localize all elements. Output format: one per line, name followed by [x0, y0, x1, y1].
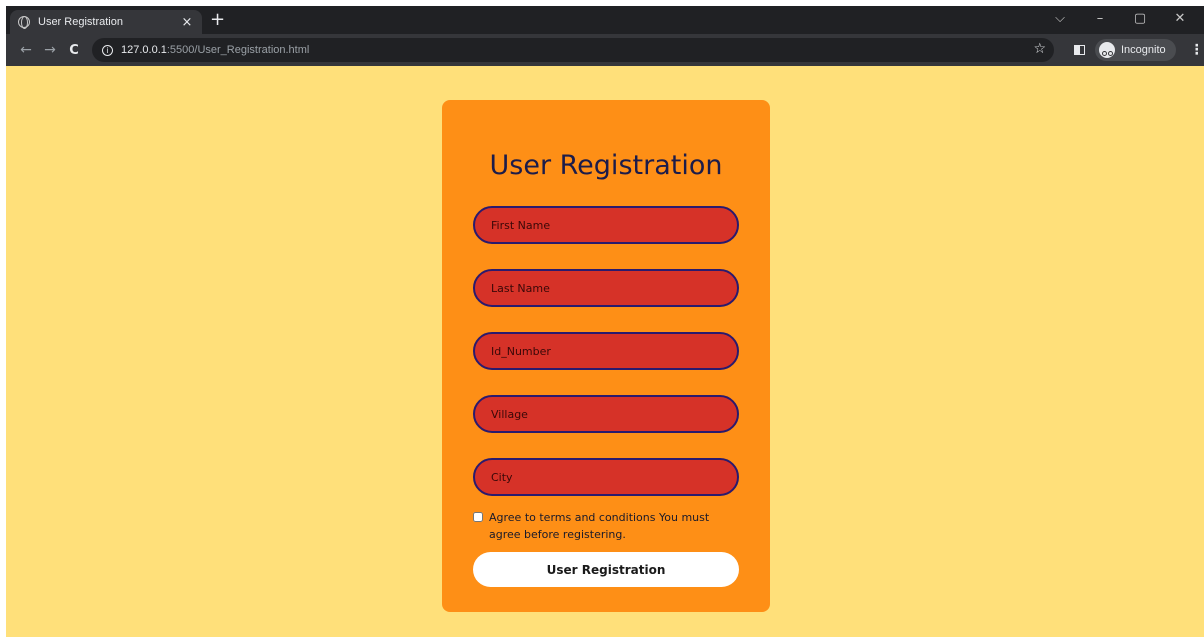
url-path: :5500/User_Registration.html	[166, 44, 310, 56]
tab-title: User Registration	[38, 16, 123, 28]
form-title: User Registration	[489, 150, 723, 181]
city-input[interactable]	[473, 458, 739, 496]
url-text: 127.0.0.1:5500/User_Registration.html	[121, 44, 309, 56]
incognito-label: Incognito	[1121, 44, 1166, 56]
browser-window: User Registration × + ⌵ – ▢ ✕ ← → C i 12…	[6, 6, 1204, 637]
terms-label: Agree to terms and conditions You must a…	[489, 511, 710, 541]
user-registration-button[interactable]: User Registration	[473, 552, 739, 587]
page-viewport: User Registration Agree to terms and con…	[6, 66, 1204, 637]
minimize-button[interactable]: –	[1080, 10, 1120, 28]
menu-icon[interactable]: ⋮	[1190, 42, 1204, 58]
tab-close-button[interactable]: ×	[180, 15, 194, 30]
incognito-icon	[1099, 42, 1115, 58]
village-input[interactable]	[473, 395, 739, 433]
browser-toolbar: ← → C i 127.0.0.1:5500/User_Registration…	[6, 34, 1204, 66]
forward-button[interactable]: →	[38, 42, 62, 58]
registration-card: User Registration Agree to terms and con…	[442, 100, 770, 612]
close-window-button[interactable]: ✕	[1160, 10, 1200, 28]
first-name-input[interactable]	[473, 206, 739, 244]
globe-icon	[18, 16, 30, 29]
window-controls: ⌵ – ▢ ✕	[1040, 10, 1200, 28]
tab-strip: User Registration × + ⌵ – ▢ ✕	[6, 6, 1204, 34]
address-bar[interactable]: i 127.0.0.1:5500/User_Registration.html …	[92, 38, 1054, 62]
last-name-input[interactable]	[473, 269, 739, 307]
toolbar-right: Incognito ⋮	[1074, 38, 1204, 62]
tab-user-registration[interactable]: User Registration ×	[10, 10, 202, 34]
id-number-input[interactable]	[473, 332, 739, 370]
restore-button[interactable]: ▢	[1120, 10, 1160, 28]
terms-row: Agree to terms and conditions You must a…	[473, 509, 739, 543]
info-icon[interactable]: i	[102, 44, 113, 56]
url-host: 127.0.0.1	[121, 44, 167, 56]
terms-checkbox[interactable]	[473, 512, 483, 522]
star-icon[interactable]: ☆	[1033, 41, 1046, 57]
back-button[interactable]: ←	[14, 42, 38, 58]
side-panel-icon[interactable]	[1074, 45, 1085, 55]
incognito-badge[interactable]: Incognito	[1095, 39, 1176, 61]
tab-search-button[interactable]: ⌵	[1040, 10, 1080, 28]
new-tab-button[interactable]: +	[210, 11, 225, 29]
reload-button[interactable]: C	[62, 43, 86, 58]
